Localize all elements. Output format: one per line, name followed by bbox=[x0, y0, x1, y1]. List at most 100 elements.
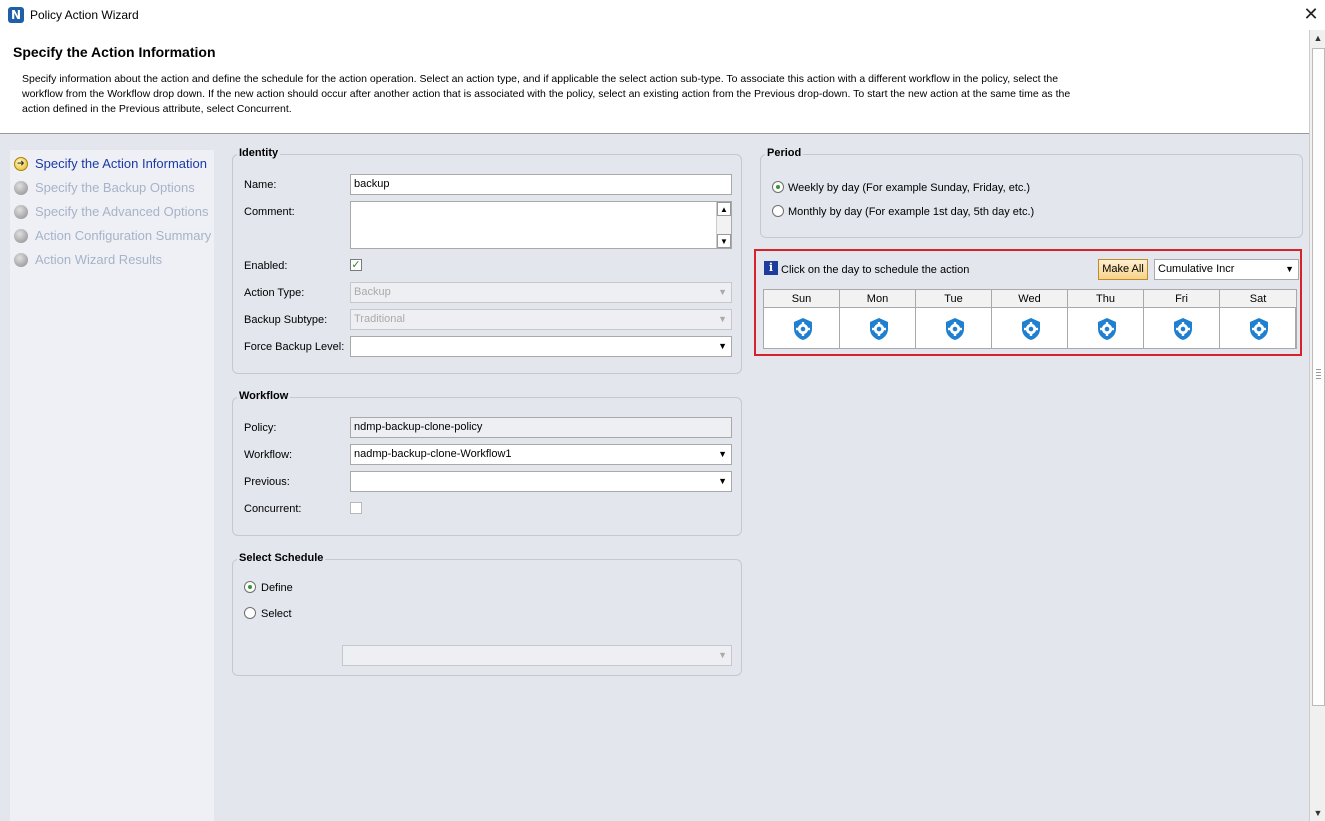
nav-step-label: Specify the Action Information bbox=[35, 156, 207, 171]
select-schedule-legend: Select Schedule bbox=[237, 552, 326, 564]
period-group: Period Weekly by day (For example Sunday… bbox=[760, 147, 1303, 238]
window-title: Policy Action Wizard bbox=[30, 8, 139, 22]
wizard-header: Specify the Action Information Specify i… bbox=[0, 30, 1309, 134]
day-cell[interactable] bbox=[1144, 308, 1219, 348]
chevron-down-icon: ▼ bbox=[718, 449, 727, 459]
pending-step-icon bbox=[14, 181, 28, 195]
nav-step-label: Action Configuration Summary bbox=[35, 228, 212, 243]
nav-step-label: Specify the Advanced Options bbox=[35, 204, 209, 219]
pending-step-icon bbox=[14, 253, 28, 267]
backup-subtype-value: Traditional bbox=[354, 313, 405, 325]
action-type-label: Action Type: bbox=[244, 287, 305, 299]
scroll-down-icon[interactable]: ▼ bbox=[717, 234, 731, 248]
weekly-radio[interactable] bbox=[772, 181, 784, 193]
title-bar: N Policy Action Wizard ✕ bbox=[0, 0, 1325, 30]
backup-level-value: Cumulative Incr bbox=[1158, 263, 1235, 275]
day-header: Thu bbox=[1068, 290, 1143, 308]
scrollbar-thumb[interactable] bbox=[1312, 48, 1325, 706]
day-grid: Sun Mon Tue Wed Thu Fri Sat bbox=[763, 289, 1297, 349]
day-cell[interactable] bbox=[1220, 308, 1296, 348]
chevron-down-icon: ▼ bbox=[1285, 264, 1294, 274]
period-legend: Period bbox=[765, 147, 804, 159]
name-input[interactable]: backup bbox=[350, 174, 732, 195]
select-label: Select bbox=[261, 608, 292, 620]
monthly-radio[interactable] bbox=[772, 205, 784, 217]
comment-scrollbar[interactable]: ▲ ▼ bbox=[716, 202, 731, 248]
force-backup-level-dropdown[interactable]: ▼ bbox=[350, 336, 732, 357]
define-radio[interactable] bbox=[244, 581, 256, 593]
workflow-legend: Workflow bbox=[237, 390, 291, 402]
scroll-down-icon[interactable]: ▼ bbox=[1310, 805, 1325, 821]
concurrent-label: Concurrent: bbox=[244, 503, 302, 515]
workflow-dropdown[interactable]: nadmp-backup-clone-Workflow1 ▼ bbox=[350, 444, 732, 465]
policy-label: Policy: bbox=[244, 422, 277, 434]
action-type-dropdown[interactable]: Backup ▼ bbox=[350, 282, 732, 303]
day-column-sun[interactable]: Sun bbox=[764, 290, 840, 348]
previous-label: Previous: bbox=[244, 476, 290, 488]
workflow-value: nadmp-backup-clone-Workflow1 bbox=[354, 448, 512, 460]
page-title: Specify the Action Information bbox=[13, 44, 216, 60]
close-button[interactable]: ✕ bbox=[1300, 4, 1322, 26]
name-label: Name: bbox=[244, 179, 277, 191]
weekly-schedule-panel: i Click on the day to schedule the actio… bbox=[754, 249, 1302, 356]
chevron-down-icon: ▼ bbox=[718, 341, 727, 351]
enabled-checkbox[interactable]: ✓ bbox=[350, 259, 362, 271]
pending-step-icon bbox=[14, 229, 28, 243]
chevron-down-icon: ▼ bbox=[718, 476, 727, 486]
previous-dropdown[interactable]: ▼ bbox=[350, 471, 732, 492]
day-header: Sat bbox=[1220, 290, 1296, 308]
select-schedule-group: Select Schedule Define Select ▼ bbox=[232, 552, 742, 676]
policy-field: ndmp-backup-clone-policy bbox=[350, 417, 732, 438]
day-cell[interactable] bbox=[764, 308, 839, 348]
gear-shield-icon bbox=[1250, 318, 1268, 340]
workflow-label: Workflow: bbox=[244, 449, 293, 461]
identity-legend: Identity bbox=[237, 147, 281, 159]
day-column-mon[interactable]: Mon bbox=[840, 290, 916, 348]
chevron-down-icon: ▼ bbox=[718, 314, 727, 324]
nav-step-label: Action Wizard Results bbox=[35, 252, 163, 267]
pending-step-icon bbox=[14, 205, 28, 219]
concurrent-checkbox[interactable] bbox=[350, 502, 362, 514]
nav-step-label: Specify the Backup Options bbox=[35, 180, 195, 195]
wizard-steps-nav: Specify the Action Information Specify t… bbox=[10, 150, 214, 821]
gear-shield-icon bbox=[794, 318, 812, 340]
day-header: Wed bbox=[992, 290, 1067, 308]
select-radio[interactable] bbox=[244, 607, 256, 619]
comment-label: Comment: bbox=[244, 206, 295, 218]
monthly-label: Monthly by day (For example 1st day, 5th… bbox=[788, 206, 1035, 218]
main-scrollbar[interactable]: ▲ ▼ bbox=[1309, 30, 1325, 821]
day-cell[interactable] bbox=[916, 308, 991, 348]
app-logo-icon: N bbox=[8, 7, 24, 23]
workflow-group: Workflow Policy: ndmp-backup-clone-polic… bbox=[232, 390, 742, 536]
gear-shield-icon bbox=[1174, 318, 1192, 340]
backup-subtype-dropdown[interactable]: Traditional ▼ bbox=[350, 309, 732, 330]
make-all-button[interactable]: Make All bbox=[1098, 259, 1148, 280]
day-header: Tue bbox=[916, 290, 991, 308]
day-column-thu[interactable]: Thu bbox=[1068, 290, 1144, 348]
day-column-fri[interactable]: Fri bbox=[1144, 290, 1220, 348]
chevron-down-icon: ▼ bbox=[718, 287, 727, 297]
day-cell[interactable] bbox=[840, 308, 915, 348]
backup-level-dropdown[interactable]: Cumulative Incr ▼ bbox=[1154, 259, 1299, 280]
weekly-label: Weekly by day (For example Sunday, Frida… bbox=[788, 182, 1031, 194]
day-cell[interactable] bbox=[992, 308, 1067, 348]
action-type-value: Backup bbox=[354, 286, 391, 298]
day-header: Sun bbox=[764, 290, 839, 308]
gear-shield-icon bbox=[1098, 318, 1116, 340]
identity-group: Identity Name: backup Comment: ▲ ▼ Enabl… bbox=[232, 147, 742, 374]
schedule-hint: Click on the day to schedule the action bbox=[781, 264, 970, 276]
day-header: Mon bbox=[840, 290, 915, 308]
day-cell[interactable] bbox=[1068, 308, 1143, 348]
scroll-up-icon[interactable]: ▲ bbox=[1310, 30, 1325, 46]
gear-shield-icon bbox=[870, 318, 888, 340]
day-column-wed[interactable]: Wed bbox=[992, 290, 1068, 348]
enabled-label: Enabled: bbox=[244, 260, 288, 272]
chevron-down-icon: ▼ bbox=[718, 650, 727, 660]
define-label: Define bbox=[261, 582, 293, 594]
day-column-tue[interactable]: Tue bbox=[916, 290, 992, 348]
current-step-icon bbox=[14, 154, 28, 174]
comment-textarea[interactable]: ▲ ▼ bbox=[350, 201, 732, 249]
day-column-sat[interactable]: Sat bbox=[1220, 290, 1296, 348]
schedule-select-dropdown[interactable]: ▼ bbox=[342, 645, 732, 666]
scroll-up-icon[interactable]: ▲ bbox=[717, 202, 731, 216]
